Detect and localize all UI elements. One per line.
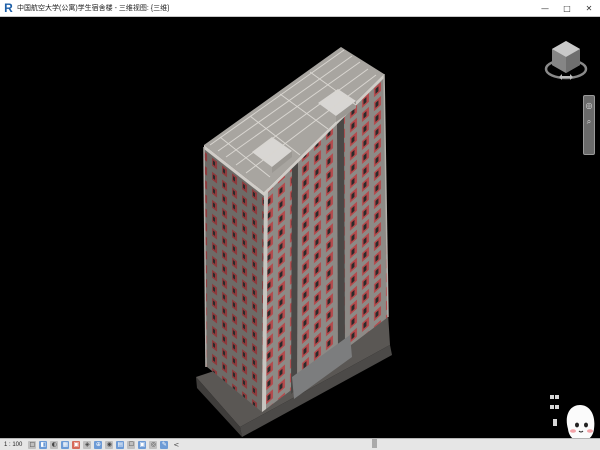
- zoom-icon[interactable]: ⌕: [584, 116, 594, 128]
- sun-path-icon[interactable]: ◐: [50, 440, 59, 449]
- revit-app-icon[interactable]: R: [3, 1, 14, 15]
- title-bar: R 中国航空大学(公寓)学生宿舍楼 - 三维视图: {三维} — □ ✕: [0, 0, 600, 17]
- column-2: [337, 113, 345, 358]
- highlight-displacement-icon[interactable]: ✎: [160, 440, 169, 449]
- minimize-button[interactable]: —: [534, 0, 556, 17]
- view-scale[interactable]: 1 : 100: [4, 442, 22, 448]
- 3d-viewport[interactable]: ◎ ⌕: [0, 17, 600, 438]
- view-control-bar: 1 : 100 □ ◧ ◐ ▦ ▣ ◈ ⊕ ◉ ▤ ☐ ▣ ◎ ✎ <: [0, 438, 600, 450]
- render-icon[interactable]: ▣: [72, 440, 81, 449]
- building-model: [196, 47, 392, 437]
- column-1: [291, 159, 298, 394]
- horizontal-scrollbar-thumb[interactable]: [372, 439, 377, 448]
- window-controls: — □ ✕: [534, 0, 600, 17]
- shadows-icon[interactable]: ▦: [61, 440, 70, 449]
- detail-level-icon[interactable]: □: [28, 440, 37, 449]
- analytical-model-icon[interactable]: ◎: [149, 440, 158, 449]
- collapse-arrow-icon[interactable]: <: [173, 441, 179, 449]
- visual-style-icon[interactable]: ◧: [39, 440, 48, 449]
- lock-view-icon[interactable]: ◉: [105, 440, 114, 449]
- show-crop-icon[interactable]: ⊕: [94, 440, 103, 449]
- navigation-bar: ◎ ⌕: [583, 95, 595, 155]
- viewcube-icon[interactable]: [542, 37, 590, 85]
- worksharing-icon[interactable]: ▣: [138, 440, 147, 449]
- temporary-hide-icon[interactable]: ▤: [116, 440, 125, 449]
- maximize-button[interactable]: □: [556, 0, 578, 17]
- close-button[interactable]: ✕: [578, 0, 600, 17]
- ghost-mascot-icon: [550, 395, 595, 438]
- steering-wheel-icon[interactable]: ◎: [584, 100, 594, 112]
- window-title: 中国航空大学(公寓)学生宿舍楼 - 三维视图: {三维}: [17, 5, 170, 12]
- reveal-hidden-icon[interactable]: ☐: [127, 440, 136, 449]
- crop-view-icon[interactable]: ◈: [83, 440, 92, 449]
